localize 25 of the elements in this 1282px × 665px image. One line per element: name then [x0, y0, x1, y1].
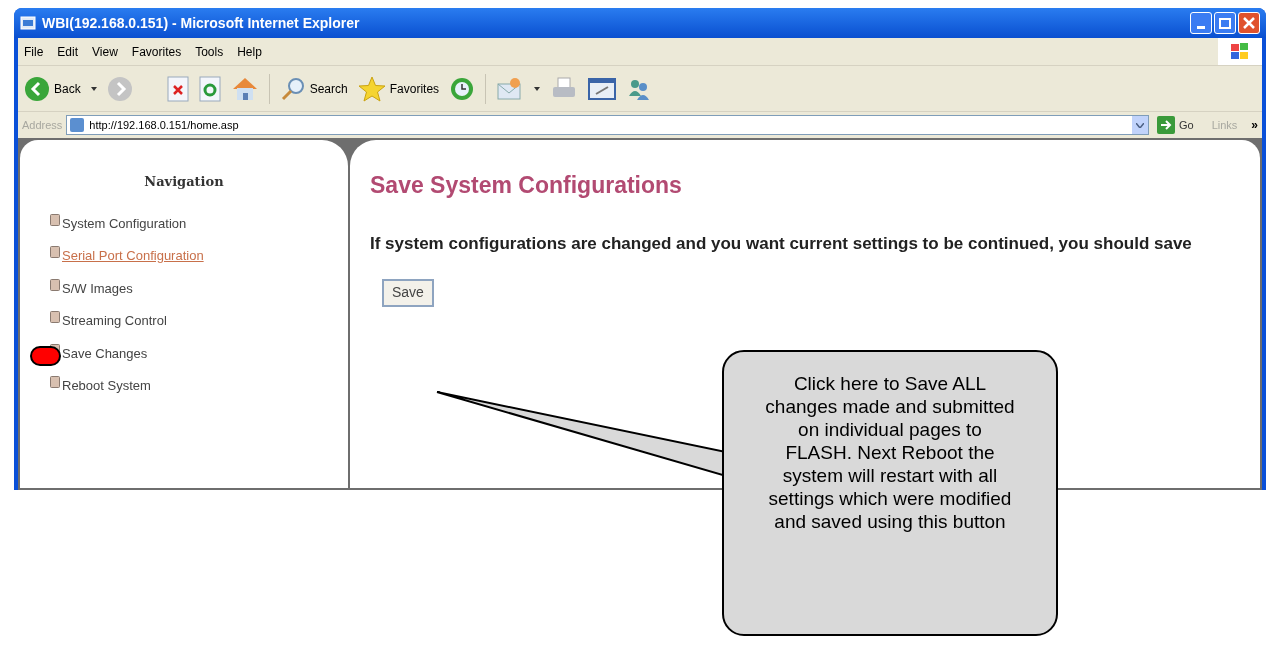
nav-link[interactable]: Reboot System: [62, 376, 151, 396]
menu-item[interactable]: Edit: [57, 42, 79, 61]
nav-link[interactable]: Save Changes: [62, 343, 148, 363]
nav-link[interactable]: S/W Images: [62, 278, 133, 298]
favorites-button[interactable]: Favorites: [357, 75, 440, 102]
callout-text: Click here to Save ALL changes made and submitted on individual pages to FLASH. Next Reboot the system will restart with all settings which were modified and saved using this button: [722, 350, 1058, 636]
address-label: Address: [22, 117, 63, 133]
search-button[interactable]: Search: [279, 75, 348, 102]
nav-link[interactable]: Serial Port Configuration: [62, 246, 204, 266]
page-heading: Save System Configurations: [370, 171, 683, 200]
navigation-title: Navigation: [143, 173, 225, 191]
nav-link[interactable]: System Configuration: [62, 213, 187, 233]
nav-link[interactable]: Streaming Control: [62, 311, 167, 331]
menu-item[interactable]: Tools: [195, 42, 224, 61]
menu-item[interactable]: File: [24, 42, 44, 61]
menu-item[interactable]: Help: [237, 42, 262, 61]
window-title: WBI(192.168.0.151) - Microsoft Internet Explorer: [42, 13, 360, 33]
go-button[interactable]: Go: [1152, 116, 1198, 134]
menu-item[interactable]: View: [92, 42, 118, 61]
back-button[interactable]: Back: [24, 75, 81, 102]
address-field[interactable]: http://192.168.0.151/home.asp: [66, 115, 1149, 135]
more-chevron[interactable]: »: [1251, 116, 1258, 134]
description-text: If system configurations are changed and you want current settings to be continued, you should save: [370, 232, 1193, 255]
save-button[interactable]: Save: [382, 278, 434, 307]
menu-item[interactable]: Favorites: [131, 42, 182, 61]
